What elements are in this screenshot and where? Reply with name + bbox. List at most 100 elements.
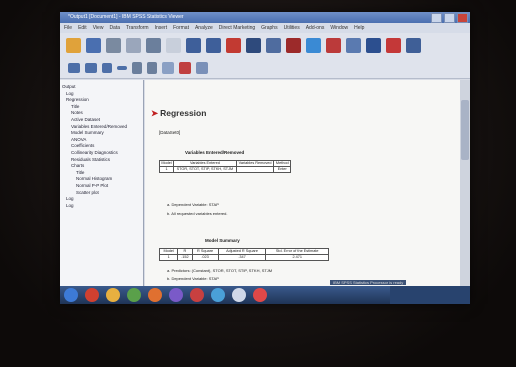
menu-direct-marketing[interactable]: Direct Marketing	[219, 23, 255, 33]
folder-icon[interactable]	[106, 288, 120, 302]
minus-icon[interactable]	[117, 65, 127, 70]
outline-item[interactable]: Title	[62, 170, 141, 177]
menu-data[interactable]: Data	[109, 23, 120, 33]
menu-transform[interactable]: Transform	[126, 23, 149, 33]
outline-item[interactable]: Model Summary	[62, 130, 141, 137]
goto-variable-icon[interactable]	[266, 37, 281, 53]
table-cell: .152	[177, 254, 193, 261]
outline-item[interactable]: Charts	[62, 163, 141, 170]
menu-help[interactable]: Help	[354, 23, 364, 33]
outline-item[interactable]: Regression	[62, 97, 141, 104]
split-file-icon[interactable]	[326, 37, 341, 53]
goto-data-icon[interactable]	[226, 37, 241, 53]
menu-add-ons[interactable]: Add-ons	[306, 23, 325, 33]
scrollbar-thumb[interactable]	[461, 100, 469, 160]
select-cases-icon[interactable]	[366, 37, 381, 53]
outline-item[interactable]: Coefficients	[62, 143, 141, 150]
variables-icon[interactable]	[286, 37, 301, 53]
show-icon[interactable]	[132, 61, 142, 74]
arrow-left-icon[interactable]	[68, 62, 80, 73]
red-arrow-icon: ➤	[151, 108, 159, 118]
firefox-icon[interactable]	[148, 288, 162, 302]
output-content-pane: ➤ Regression [DataSet0] Variables Entered…	[145, 80, 460, 286]
insert-text-icon[interactable]	[196, 61, 208, 74]
model-summary-table[interactable]: Model R R Square Adjusted R Square Std. …	[158, 248, 329, 261]
table-cell: .023	[191, 254, 219, 261]
table-cell: Enter	[273, 166, 291, 173]
media-icon[interactable]	[169, 288, 183, 302]
outline-item[interactable]: Scatter plot	[62, 190, 141, 197]
recall-dialog-icon[interactable]	[166, 37, 181, 53]
outline-item[interactable]: Title	[62, 104, 141, 111]
minimize-button[interactable]	[431, 13, 442, 23]
outline-item[interactable]: Notes	[62, 110, 141, 117]
regression-heading: ➤ Regression	[151, 108, 206, 119]
use-sets-icon[interactable]	[406, 37, 421, 53]
outline-item[interactable]: Log	[62, 91, 141, 98]
vertical-scrollbar[interactable]	[460, 80, 470, 286]
outline-item[interactable]: Normal P-P Plot	[62, 183, 141, 190]
hide-icon[interactable]	[147, 61, 157, 74]
browser-icon[interactable]	[85, 288, 99, 302]
goto-case-icon[interactable]	[246, 37, 261, 53]
menu-utilities[interactable]: Utilities	[284, 23, 300, 33]
outline-pane: Output Log Regression Title Notes Active…	[60, 80, 144, 286]
menu-file[interactable]: File	[64, 23, 72, 33]
menu-bar: File Edit View Data Transform Insert For…	[60, 23, 470, 33]
weight-cases-icon[interactable]	[346, 37, 361, 53]
find-icon[interactable]	[306, 37, 321, 53]
menu-insert[interactable]: Insert	[155, 23, 168, 33]
menu-window[interactable]: Window	[330, 23, 348, 33]
network-icon[interactable]	[211, 288, 225, 302]
table2-note: b. Dependent Variable: STAP	[167, 276, 219, 281]
outline-item[interactable]: Residuals Statistics	[62, 157, 141, 164]
outline-item[interactable]: Log	[62, 203, 141, 210]
spss-icon[interactable]	[253, 288, 267, 302]
start-orb-icon[interactable]	[64, 288, 78, 302]
word-icon[interactable]	[232, 288, 246, 302]
menu-graphs[interactable]: Graphs	[261, 23, 277, 33]
insert-heading-icon[interactable]	[162, 61, 174, 74]
windows-taskbar	[60, 286, 470, 304]
outline-item[interactable]: Active Dataset	[62, 117, 141, 124]
undo-icon[interactable]	[186, 37, 201, 53]
save-icon[interactable]	[86, 37, 101, 53]
table-cell: .	[235, 166, 275, 173]
print-preview-icon[interactable]	[126, 37, 141, 53]
window-controls	[431, 13, 468, 23]
arrow-right-icon[interactable]	[85, 62, 97, 73]
outline-item[interactable]: Log	[62, 196, 141, 203]
open-icon[interactable]	[66, 37, 81, 53]
spss-viewer-window: *Output1 [Document1] - IBM SPSS Statisti…	[60, 12, 470, 304]
maximize-button[interactable]	[444, 13, 455, 23]
table-header: Variables Removed	[235, 160, 275, 167]
main-toolbar	[60, 33, 470, 57]
outline-item[interactable]: Collinearity Diagnostics	[62, 150, 141, 157]
menu-format[interactable]: Format	[173, 23, 189, 33]
menu-analyze[interactable]: Analyze	[195, 23, 213, 33]
value-labels-icon[interactable]	[386, 37, 401, 53]
outline-item[interactable]: ANOVA	[62, 137, 141, 144]
close-button[interactable]	[457, 13, 468, 23]
outline-item[interactable]: Normal Histogram	[62, 176, 141, 183]
system-tray[interactable]	[390, 286, 470, 304]
dataset-label: [DataSet0]	[159, 130, 181, 135]
table1-note: a. Dependent Variable: STAP	[167, 202, 219, 207]
variables-entered-table[interactable]: Model Variables Entered Variables Remove…	[158, 160, 291, 173]
export-icon[interactable]	[146, 37, 161, 53]
pdf-icon[interactable]	[190, 288, 204, 302]
insert-title-icon[interactable]	[179, 61, 191, 74]
chrome-icon[interactable]	[127, 288, 141, 302]
menu-edit[interactable]: Edit	[78, 23, 87, 33]
outline-item[interactable]: Output	[62, 84, 141, 91]
table1-note: b. All requested variables entered.	[167, 211, 228, 216]
redo-icon[interactable]	[206, 37, 221, 53]
outline-item[interactable]: Variables Entered/Removed	[62, 124, 141, 131]
plus-icon[interactable]	[102, 62, 112, 73]
window-titlebar: *Output1 [Document1] - IBM SPSS Statisti…	[60, 12, 470, 23]
menu-view[interactable]: View	[93, 23, 104, 33]
table-header: Method	[273, 160, 291, 167]
outline-toolbar	[60, 57, 470, 79]
table2-caption: Model Summary	[205, 238, 240, 243]
print-icon[interactable]	[106, 37, 121, 53]
